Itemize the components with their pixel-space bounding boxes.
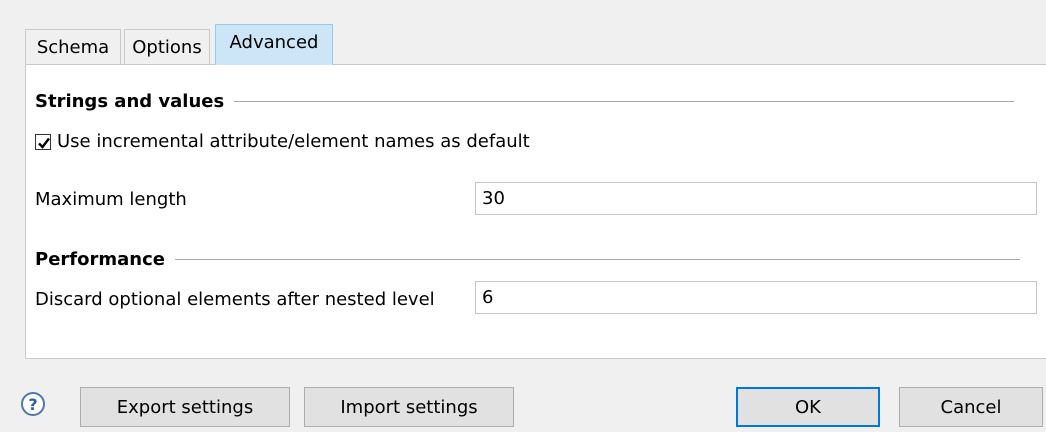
- maximum-length-input[interactable]: [475, 182, 1037, 215]
- cancel-button[interactable]: Cancel: [899, 387, 1043, 427]
- incremental-names-row[interactable]: Use incremental attribute/element names …: [35, 131, 530, 152]
- section-divider: [174, 259, 1020, 260]
- checkmark-icon: [38, 137, 50, 149]
- incremental-names-label: Use incremental attribute/element names …: [57, 131, 530, 152]
- export-settings-button[interactable]: Export settings: [80, 387, 290, 427]
- discard-level-label: Discard optional elements after nested l…: [35, 289, 435, 310]
- help-icon[interactable]: ?: [21, 392, 45, 416]
- advanced-panel: Strings and values Use incremental attri…: [25, 64, 1046, 359]
- import-settings-button[interactable]: Import settings: [304, 387, 514, 427]
- tab-schema[interactable]: Schema: [25, 29, 121, 64]
- section-strings-and-values: Strings and values: [35, 91, 1015, 112]
- incremental-names-checkbox[interactable]: [35, 133, 51, 150]
- tab-options[interactable]: Options: [124, 29, 210, 64]
- section-divider: [234, 101, 1015, 102]
- ok-button[interactable]: OK: [736, 387, 880, 427]
- section-title: Strings and values: [35, 91, 225, 112]
- tab-advanced[interactable]: Advanced: [215, 24, 333, 65]
- section-performance: Performance: [35, 249, 1020, 270]
- section-title: Performance: [35, 249, 165, 270]
- discard-level-input[interactable]: [475, 281, 1037, 314]
- maximum-length-label: Maximum length: [35, 189, 187, 210]
